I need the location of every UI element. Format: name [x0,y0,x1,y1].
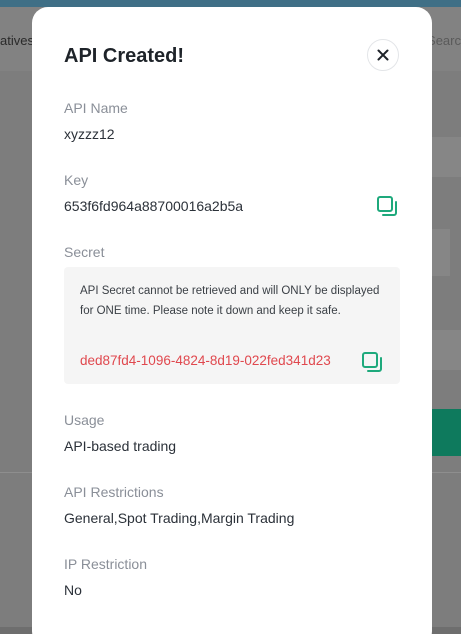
copy-key-icon[interactable] [376,195,398,217]
modal-title: API Created! [64,45,185,67]
copy-secret-icon[interactable] [361,351,383,373]
key-value: 653f6fd964a88700016a2b5a [64,198,244,214]
close-icon [377,49,389,61]
key-label: Key [64,172,89,188]
background-top-bar [0,0,461,7]
api-name-label: API Name [64,100,128,116]
usage-label: Usage [64,412,105,428]
api-restrictions-value: General,Spot Trading,Margin Trading [64,510,295,526]
usage-value: API-based trading [64,438,177,454]
api-name-value: xyzzz12 [64,126,115,142]
secret-label: Secret [64,244,105,260]
api-created-modal: API Created! API Name xyzzz12 Key 653f6f… [32,7,432,634]
background-search-input: Searc [427,33,461,48]
ip-restriction-value: No [64,582,82,598]
api-restrictions-label: API Restrictions [64,484,164,500]
secret-warning-note: API Secret cannot be retrieved and will … [80,285,380,317]
secret-value: ded87fd4-1096-4824-8d19-022fed341d23 [80,353,331,368]
background-nav-item: atives [0,33,34,48]
background-panel [430,137,461,177]
ip-restriction-label: IP Restriction [64,556,147,572]
secret-box: API Secret cannot be retrieved and will … [64,267,400,384]
background-green-button [430,409,461,456]
close-button[interactable] [367,39,399,71]
